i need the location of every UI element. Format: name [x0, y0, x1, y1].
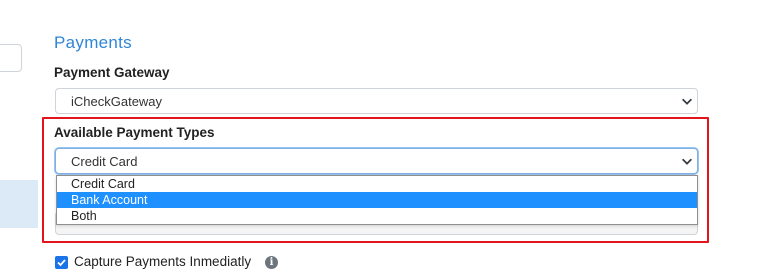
payment-gateway-value: iCheckGateway	[71, 94, 163, 109]
option-credit-card[interactable]: Credit Card	[57, 176, 697, 192]
checkmark-icon	[57, 259, 66, 267]
info-icon[interactable]: i	[265, 256, 278, 269]
option-both[interactable]: Both	[57, 208, 697, 224]
payment-types-select[interactable]: Credit Card	[55, 148, 698, 174]
option-bank-account[interactable]: Bank Account	[57, 192, 697, 208]
payment-gateway-select[interactable]: iCheckGateway	[55, 88, 698, 114]
section-title-payments: Payments	[54, 33, 132, 52]
capture-payments-label: Capture Payments Inmediatly	[74, 254, 252, 269]
payment-types-value: Credit Card	[71, 154, 138, 169]
capture-payments-checkbox[interactable]	[55, 256, 68, 269]
chevron-down-icon	[682, 98, 692, 105]
payment-types-dropdown: Credit Card Bank Account Both	[56, 175, 698, 225]
payment-gateway-label: Payment Gateway	[54, 65, 170, 80]
chevron-down-icon	[682, 158, 692, 165]
payment-types-label: Available Payment Types	[54, 125, 215, 140]
partial-input-left[interactable]	[0, 44, 22, 72]
partial-selected-row-left	[0, 180, 38, 228]
